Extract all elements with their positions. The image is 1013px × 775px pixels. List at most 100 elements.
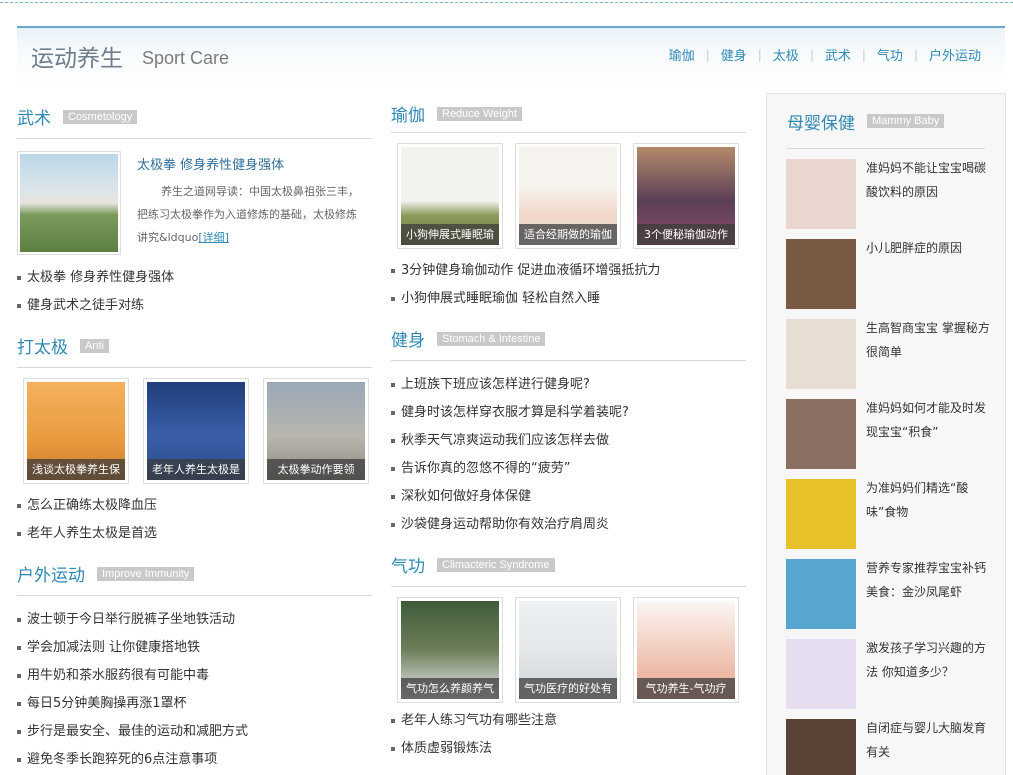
list-item[interactable]: 秋季天气凉爽运动我们应该怎样去做 xyxy=(391,427,746,455)
thumb-caption[interactable]: 小狗伸展式睡眠瑜 xyxy=(401,224,499,245)
thumb-card[interactable]: 气功医疗的好处有 xyxy=(515,597,621,703)
list-item-text[interactable]: 每日5分钟美胸操再涨1罩杯 xyxy=(27,690,187,718)
section-title[interactable]: 母婴保健 xyxy=(787,109,855,134)
list-item[interactable]: 小狗伸展式睡眠瑜伽 轻松自然入睡 xyxy=(391,285,746,313)
item-thumbnail[interactable] xyxy=(786,559,856,629)
item-thumbnail[interactable] xyxy=(786,159,856,229)
thumb-card[interactable]: 浅谈太极拳养生保 xyxy=(23,378,129,484)
thumb-card[interactable]: 3个便秘瑜伽动作 xyxy=(633,143,739,249)
item-thumbnail[interactable] xyxy=(786,479,856,549)
list-item[interactable]: 学会加减法则 让你健康搭地铁 xyxy=(17,634,372,662)
list-item[interactable]: 准妈妈如何才能及时发现宝宝“积食” xyxy=(786,399,1005,479)
list-item[interactable]: 上班族下班应该怎样进行健身呢? xyxy=(391,371,746,399)
list-item[interactable]: 避免冬季长跑猝死的6点注意事项 xyxy=(17,746,372,774)
list-item[interactable]: 为准妈妈们精选“酸味”食物 xyxy=(786,479,1005,559)
list-item-text[interactable]: 告诉你真的忽悠不得的“疲劳” xyxy=(401,455,570,483)
list-item-text[interactable]: 老年人养生太极是首选 xyxy=(27,520,157,548)
item-title[interactable]: 准妈妈如何才能及时发现宝宝“积食” xyxy=(866,396,991,479)
thumb-card[interactable]: 小狗伸展式睡眠瑜 xyxy=(397,143,503,249)
thumb-caption[interactable]: 老年人养生太极是 xyxy=(147,459,245,480)
feature-article: 太极拳 修身养性健身强体 养生之道网导读：中国太极鼻祖张三丰，把练习太极拳作为入… xyxy=(17,151,372,259)
section-title[interactable]: 武术 xyxy=(17,104,51,129)
list-item-text[interactable]: 步行是最安全、最佳的运动和减肥方式 xyxy=(27,718,248,746)
list-item-text[interactable]: 3分钟健身瑜伽动作 促进血液循环增强抵抗力 xyxy=(401,257,660,285)
list-item-text[interactable]: 秋季天气凉爽运动我们应该怎样去做 xyxy=(401,427,609,455)
feature-more-link[interactable]: [详细] xyxy=(198,231,229,244)
list-item-text[interactable]: 用牛奶和茶水服药很有可能中毒 xyxy=(27,662,209,690)
list-item[interactable]: 生高智商宝宝 掌握秘方很简单 xyxy=(786,319,1005,399)
item-title[interactable]: 自闭症与婴儿大脑发育有关 xyxy=(866,716,991,775)
item-title[interactable]: 小儿肥胖症的原因 xyxy=(866,236,991,319)
list-item-text[interactable]: 健身武术之徒手对练 xyxy=(27,292,144,320)
list-item[interactable]: 小儿肥胖症的原因 xyxy=(786,239,1005,319)
thumb-card[interactable]: 太极拳动作要领 xyxy=(263,378,369,484)
list-item[interactable]: 老年人练习气功有哪些注意 xyxy=(391,707,746,735)
thumb-caption[interactable]: 适合经期做的瑜伽 xyxy=(519,224,617,245)
item-thumbnail[interactable] xyxy=(786,319,856,389)
list-item-text[interactable]: 怎么正确练太极降血压 xyxy=(27,492,157,520)
list-item[interactable]: 怎么正确练太极降血压 xyxy=(17,492,372,520)
item-title[interactable]: 激发孩子学习兴趣的方法 你知道多少？ xyxy=(866,636,991,719)
item-thumbnail[interactable] xyxy=(786,719,856,775)
list-item[interactable]: 每日5分钟美胸操再涨1罩杯 xyxy=(17,690,372,718)
list-item[interactable]: 自闭症与婴儿大脑发育有关 xyxy=(786,719,1005,775)
list-item-text[interactable]: 上班族下班应该怎样进行健身呢? xyxy=(401,371,590,399)
thumb-card[interactable]: 气功养生-气功疗 xyxy=(633,597,739,703)
feature-title[interactable]: 太极拳 修身养性健身强体 xyxy=(137,154,284,173)
list-item[interactable]: 太极拳 修身养性健身强体 xyxy=(17,264,372,292)
list-item[interactable]: 波士顿于今日举行脱裤子坐地铁活动 xyxy=(17,606,372,634)
section-title[interactable]: 气功 xyxy=(391,552,425,577)
list-item[interactable]: 健身武术之徒手对练 xyxy=(17,292,372,320)
item-thumbnail[interactable] xyxy=(786,639,856,709)
list-item-text[interactable]: 老年人练习气功有哪些注意 xyxy=(401,707,557,735)
list-item[interactable]: 深秋如何做好身体保健 xyxy=(391,483,746,511)
list-item-text[interactable]: 学会加减法则 让你健康搭地铁 xyxy=(27,634,200,662)
bullet xyxy=(17,304,21,308)
list-item[interactable]: 体质虚弱锻炼法 xyxy=(391,735,746,763)
list-item[interactable]: 3分钟健身瑜伽动作 促进血液循环增强抵抗力 xyxy=(391,257,746,285)
section-title[interactable]: 健身 xyxy=(391,326,425,351)
nav-fitness[interactable]: 健身 xyxy=(721,45,747,64)
list-item[interactable]: 准妈妈不能让宝宝喝碳酸饮料的原因 xyxy=(786,159,1005,239)
item-title[interactable]: 营养专家推荐宝宝补钙美食：金沙凤尾虾 xyxy=(866,556,991,639)
feature-image[interactable] xyxy=(17,151,121,255)
list-item-text[interactable]: 体质虚弱锻炼法 xyxy=(401,735,492,763)
thumb-caption[interactable]: 3个便秘瑜伽动作 xyxy=(637,224,735,245)
section-title[interactable]: 瑜伽 xyxy=(391,101,425,126)
list-item[interactable]: 告诉你真的忽悠不得的“疲劳” xyxy=(391,455,746,483)
list-item[interactable]: 步行是最安全、最佳的运动和减肥方式 xyxy=(17,718,372,746)
list-item[interactable]: 激发孩子学习兴趣的方法 你知道多少？ xyxy=(786,639,1005,719)
thumb-caption[interactable]: 气功养生-气功疗 xyxy=(637,678,735,699)
thumb-caption[interactable]: 气功医疗的好处有 xyxy=(519,678,617,699)
list-item-text[interactable]: 沙袋健身运动帮助你有效治疗肩周炎 xyxy=(401,511,609,539)
list-item-text[interactable]: 小狗伸展式睡眠瑜伽 轻松自然入睡 xyxy=(401,285,600,313)
list-item-text[interactable]: 健身时该怎样穿衣服才算是科学着装呢? xyxy=(401,399,629,427)
nav-wushu[interactable]: 武术 xyxy=(825,45,851,64)
list-item-text[interactable]: 深秋如何做好身体保健 xyxy=(401,483,531,511)
list-item[interactable]: 老年人养生太极是首选 xyxy=(17,520,372,548)
thumb-caption[interactable]: 浅谈太极拳养生保 xyxy=(27,459,125,480)
list-item[interactable]: 用牛奶和茶水服药很有可能中毒 xyxy=(17,662,372,690)
item-thumbnail[interactable] xyxy=(786,399,856,469)
thumb-card[interactable]: 老年人养生太极是 xyxy=(143,378,249,484)
list-item[interactable]: 营养专家推荐宝宝补钙美食：金沙凤尾虾 xyxy=(786,559,1005,639)
list-item[interactable]: 沙袋健身运动帮助你有效治疗肩周炎 xyxy=(391,511,746,539)
thumb-card[interactable]: 适合经期做的瑜伽 xyxy=(515,143,621,249)
item-title[interactable]: 准妈妈不能让宝宝喝碳酸饮料的原因 xyxy=(866,156,991,239)
thumb-caption[interactable]: 太极拳动作要领 xyxy=(267,459,365,480)
list-item-text[interactable]: 波士顿于今日举行脱裤子坐地铁活动 xyxy=(27,606,235,634)
section-title[interactable]: 户外运动 xyxy=(17,561,85,586)
nav-taiji[interactable]: 太极 xyxy=(773,45,799,64)
nav-qigong[interactable]: 气功 xyxy=(877,45,903,64)
list-item-text[interactable]: 避免冬季长跑猝死的6点注意事项 xyxy=(27,746,217,774)
thumb-caption[interactable]: 气功怎么养颜养气 xyxy=(401,678,499,699)
list-item[interactable]: 健身时该怎样穿衣服才算是科学着装呢? xyxy=(391,399,746,427)
item-title[interactable]: 生高智商宝宝 掌握秘方很简单 xyxy=(866,316,991,399)
nav-outdoor[interactable]: 户外运动 xyxy=(929,45,981,64)
section-title[interactable]: 打太极 xyxy=(17,333,68,358)
nav-yoga[interactable]: 瑜伽 xyxy=(669,45,695,64)
list-item-text[interactable]: 太极拳 修身养性健身强体 xyxy=(27,264,174,292)
thumb-card[interactable]: 气功怎么养颜养气 xyxy=(397,597,503,703)
item-title[interactable]: 为准妈妈们精选“酸味”食物 xyxy=(866,476,991,559)
item-thumbnail[interactable] xyxy=(786,239,856,309)
